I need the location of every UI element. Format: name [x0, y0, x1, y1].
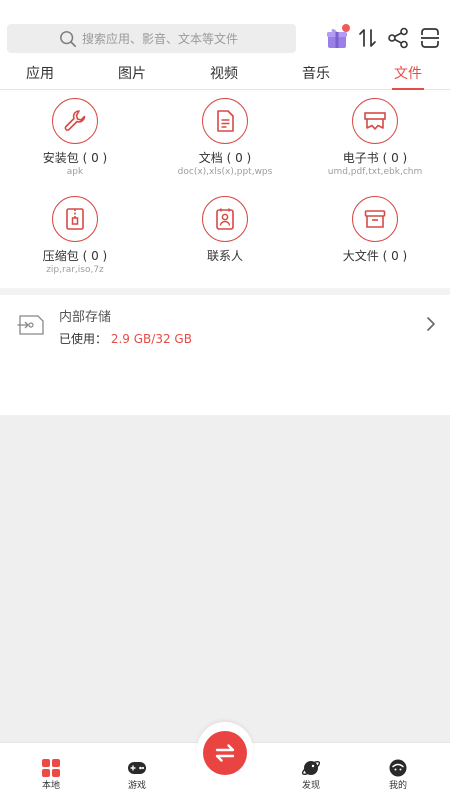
category-label: 联系人	[206, 249, 243, 263]
zip-icon	[66, 208, 84, 230]
nav-games[interactable]: 游戏	[112, 758, 162, 792]
section-divider	[0, 288, 450, 295]
category-documents[interactable]: 文档 ( 0 ) doc(x),xls(x),ppt,wps	[150, 98, 300, 178]
scan-button[interactable]	[418, 26, 442, 50]
category-contacts[interactable]: 联系人	[150, 196, 300, 263]
nav-local[interactable]: 本地	[26, 758, 76, 792]
category-formats: umd,pdf,txt,ebk,chm	[327, 167, 423, 177]
category-icon-circle	[202, 196, 248, 242]
nav-discover[interactable]: 发现	[286, 758, 336, 792]
category-formats: zip,rar,iso,7z	[46, 265, 104, 275]
category-label: 电子书 ( 0 )	[342, 151, 408, 165]
category-label: 压缩包 ( 0 )	[42, 249, 108, 263]
scan-icon	[421, 28, 439, 48]
category-icon-circle	[202, 98, 248, 144]
category-label: 文档 ( 0 )	[198, 151, 252, 165]
category-large-files[interactable]: 大文件 ( 0 )	[300, 196, 450, 263]
category-label: 大文件 ( 0 )	[342, 249, 408, 263]
category-formats: apk	[66, 167, 84, 177]
nav-profile[interactable]: 我的	[373, 758, 423, 792]
category-icon-circle	[352, 196, 398, 242]
ebook-icon	[364, 112, 386, 130]
search-icon	[60, 31, 77, 48]
gamepad-icon	[128, 762, 146, 774]
category-tabs: 应用 图片 视频 音乐 文件	[0, 60, 450, 90]
document-icon	[217, 110, 234, 132]
category-icon-circle	[52, 196, 98, 242]
search-bar[interactable]: 搜索应用、影音、文本等文件	[7, 24, 296, 53]
category-formats: doc(x),xls(x),ppt,wps	[177, 167, 273, 177]
nav-label: 我的	[388, 781, 407, 791]
wrench-icon	[64, 110, 86, 131]
grid-icon	[42, 759, 60, 777]
nav-label: 发现	[301, 781, 320, 791]
storage-usage: 已使用： 2.9 GB/32 GB	[59, 330, 192, 347]
tab-apps[interactable]: 应用	[5, 60, 75, 90]
category-icon-circle	[352, 98, 398, 144]
search-placeholder: 搜索应用、影音、文本等文件	[82, 32, 239, 46]
storage-device-icon	[17, 315, 44, 335]
archive-box-icon	[364, 210, 386, 228]
tab-videos[interactable]: 视频	[189, 60, 259, 90]
gift-button[interactable]	[325, 24, 350, 50]
category-label: 安装包 ( 0 )	[42, 151, 108, 165]
contacts-icon	[216, 208, 234, 230]
storage-title: 内部存储	[59, 310, 112, 325]
nav-label: 游戏	[127, 781, 146, 791]
chevron-right-icon	[427, 317, 435, 331]
share-icon	[388, 27, 408, 49]
storage-used-label: 已使用：	[59, 332, 108, 346]
internal-storage-row[interactable]: 内部存储 已使用： 2.9 GB/32 GB	[0, 295, 450, 355]
storage-used-value: 2.9 GB/32 GB	[110, 332, 192, 346]
planet-icon	[301, 760, 321, 776]
sort-button[interactable]	[357, 26, 381, 50]
category-apk[interactable]: 安装包 ( 0 ) apk	[0, 98, 150, 178]
notification-dot	[342, 24, 350, 32]
category-ebooks[interactable]: 电子书 ( 0 ) umd,pdf,txt,ebk,chm	[300, 98, 450, 178]
transfer-button[interactable]	[203, 731, 247, 775]
tab-music[interactable]: 音乐	[281, 60, 351, 90]
profile-icon	[389, 759, 407, 777]
sort-icon	[359, 29, 376, 47]
share-button[interactable]	[386, 26, 410, 50]
nav-label: 本地	[41, 781, 60, 791]
header: 搜索应用、影音、文本等文件	[0, 0, 450, 60]
transfer-icon	[215, 744, 235, 762]
category-archives[interactable]: 压缩包 ( 0 ) zip,rar,iso,7z	[0, 196, 150, 276]
tab-images[interactable]: 图片	[97, 60, 167, 90]
tab-files[interactable]: 文件	[373, 60, 443, 90]
category-icon-circle	[52, 98, 98, 144]
